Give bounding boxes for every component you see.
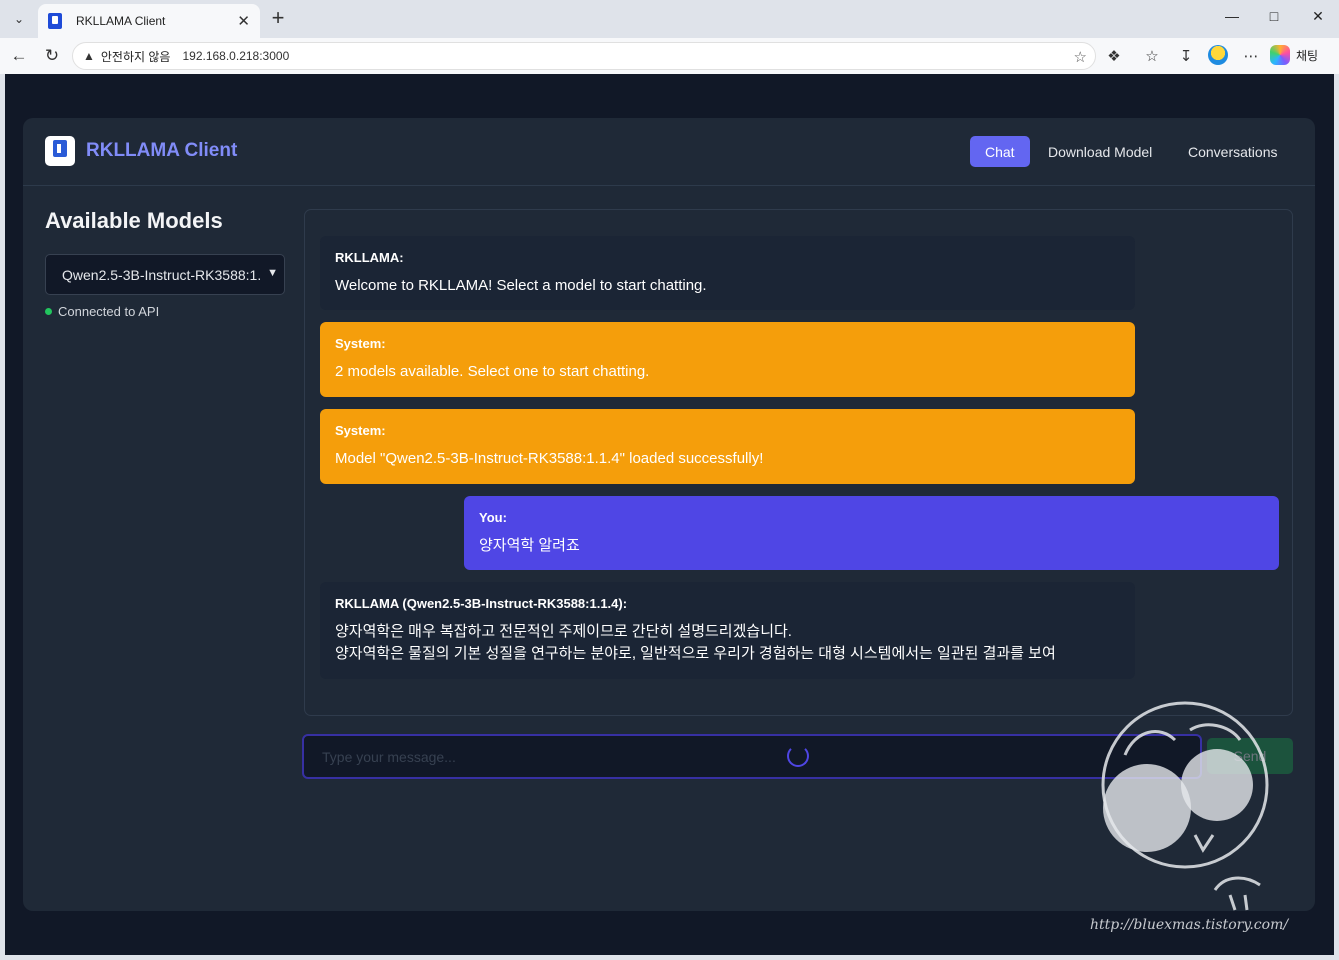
message-text: 2 models available. Select one to start … [335, 363, 650, 380]
minimize-icon[interactable]: — [1222, 8, 1242, 24]
browser-tab[interactable]: RKLLAMA Client ✕ [38, 4, 260, 38]
more-menu-icon[interactable]: ⋯ [1240, 47, 1262, 65]
browser-titlebar: ⌄ RKLLAMA Client ✕ + — □ ✕ [0, 0, 1339, 38]
tab-list-chevron-icon[interactable]: ⌄ [7, 7, 31, 31]
watermark-logo-icon [1101, 701, 1269, 911]
new-tab-icon[interactable]: + [266, 6, 290, 30]
profile-avatar[interactable] [1208, 45, 1228, 65]
watermark-url: http://bluexmas.tistory.com/ [1090, 917, 1289, 933]
message-input[interactable]: Type your message... [302, 734, 1202, 779]
model-select[interactable]: Qwen2.5-3B-Instruct-RK3588:1.1.4 ▼ [45, 254, 285, 295]
message-sender: RKLLAMA: [335, 250, 404, 265]
app-logo-icon [45, 136, 75, 166]
tab-title: RKLLAMA Client [76, 14, 166, 28]
browser-toolbar: ← ↻ ▲ 안전하지 않음 192.168.0.218:3000 ☆ ❖ ☆ ↧… [0, 38, 1339, 74]
refresh-icon[interactable]: ↻ [42, 46, 62, 66]
extensions-icon[interactable]: ❖ [1103, 47, 1125, 65]
close-window-icon[interactable]: ✕ [1308, 8, 1328, 25]
message-system: System: Model "Qwen2.5-3B-Instruct-RK358… [320, 409, 1135, 484]
chat-messages: RKLLAMA: Welcome to RKLLAMA! Select a mo… [304, 209, 1293, 716]
message-bot: RKLLAMA (Qwen2.5-3B-Instruct-RK3588:1.1.… [320, 582, 1135, 679]
connection-status: Connected to API [45, 304, 159, 319]
chevron-down-icon: ▼ [267, 267, 278, 279]
message-text: 양자역학은 매우 복잡하고 전문적인 주제이므로 간단히 설명드리겠습니다. [335, 623, 792, 640]
status-dot-icon [45, 308, 52, 315]
message-sender: System: [335, 336, 386, 351]
copilot-label: 채팅 [1296, 48, 1319, 63]
favicon-icon [48, 13, 62, 29]
insecure-label[interactable]: 안전하지 않음 [101, 48, 171, 65]
sidebar-title: Available Models [45, 208, 223, 233]
message-sender: You: [479, 510, 507, 525]
address-bar[interactable]: ▲ 안전하지 않음 192.168.0.218:3000 ☆ [72, 42, 1096, 70]
message-user: You: 양자역학 알려죠 [464, 496, 1279, 570]
maximize-icon[interactable]: □ [1264, 8, 1284, 24]
favorite-star-icon[interactable]: ☆ [1074, 48, 1087, 66]
nav-download-model[interactable]: Download Model [1033, 136, 1167, 167]
message-text: Welcome to RKLLAMA! Select a model to st… [335, 277, 707, 294]
downloads-icon[interactable]: ↧ [1175, 47, 1197, 65]
warning-icon[interactable]: ▲ [83, 49, 95, 63]
app-header: RKLLAMA Client Chat Download Model Conve… [23, 118, 1315, 186]
app-title: RKLLAMA Client [86, 140, 238, 161]
back-icon[interactable]: ← [9, 46, 29, 66]
nav-chat[interactable]: Chat [970, 136, 1030, 167]
favorites-icon[interactable]: ☆ [1141, 47, 1163, 65]
message-system: System: 2 models available. Select one t… [320, 322, 1135, 397]
status-text: Connected to API [58, 304, 160, 319]
message-text: 양자역학 알려죠 [479, 537, 580, 554]
url-text[interactable]: 192.168.0.218:3000 [182, 49, 289, 63]
loading-spinner-icon [787, 745, 809, 767]
selected-model: Qwen2.5-3B-Instruct-RK3588:1.1.4 [62, 266, 262, 283]
nav-conversations[interactable]: Conversations [1173, 136, 1293, 167]
message-text: 양자역학은 물질의 기본 성질을 연구하는 분야로, 일반적으로 우리가 경험하… [335, 645, 1056, 662]
message-sender: RKLLAMA (Qwen2.5-3B-Instruct-RK3588:1.1.… [335, 596, 628, 611]
message-text: Model "Qwen2.5-3B-Instruct-RK3588:1.1.4"… [335, 450, 764, 467]
message-bot: RKLLAMA: Welcome to RKLLAMA! Select a mo… [320, 236, 1135, 310]
close-tab-icon[interactable]: ✕ [237, 12, 250, 30]
copilot-icon [1270, 45, 1290, 65]
message-sender: System: [335, 423, 386, 438]
copilot-button[interactable]: 채팅 [1270, 43, 1330, 67]
